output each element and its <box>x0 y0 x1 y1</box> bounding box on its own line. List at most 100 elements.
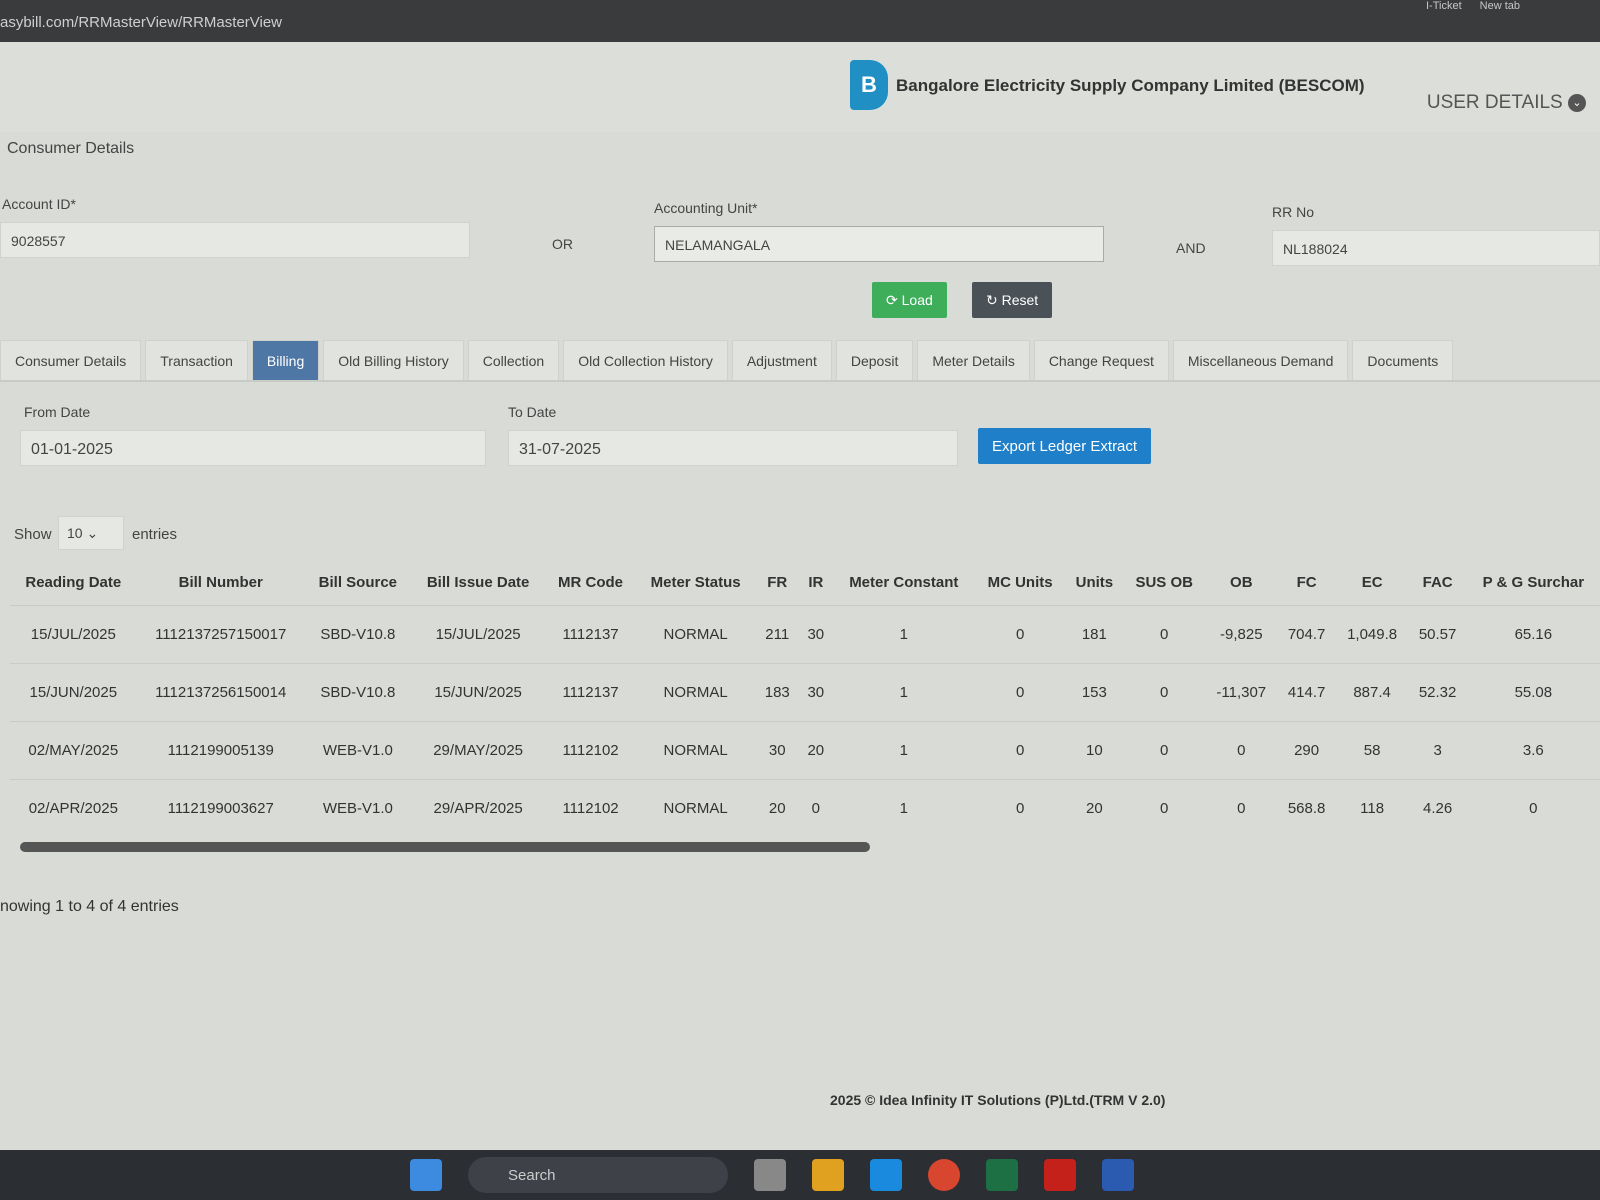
table-cell: NORMAL <box>635 605 756 664</box>
table-cell: 1 <box>832 663 975 722</box>
chrome-icon[interactable] <box>928 1159 960 1191</box>
show-label: Show <box>14 526 52 543</box>
table-cell: 887.4 <box>1335 663 1409 722</box>
account-id-input[interactable]: 9028557 <box>0 222 470 258</box>
from-date-input[interactable]: 01-01-2025 <box>20 430 486 466</box>
table-cell: 290 <box>1277 721 1336 780</box>
column-header[interactable]: Meter Status <box>636 560 756 606</box>
table-cell: 211 <box>755 605 799 664</box>
accounting-unit-select[interactable]: NELAMANGALA <box>654 226 1104 262</box>
table-cell: 1 <box>832 721 975 780</box>
table-cell: 20 <box>1065 779 1124 837</box>
tab-old-billing-history[interactable]: Old Billing History <box>323 340 464 380</box>
browser-tab[interactable]: New tab <box>1480 0 1520 12</box>
account-id-label: Account ID* <box>2 196 76 212</box>
edge-icon[interactable] <box>870 1159 902 1191</box>
task-view-icon[interactable] <box>754 1159 786 1191</box>
load-button[interactable]: ⟳ Load <box>872 282 947 318</box>
acrobat-icon[interactable] <box>1044 1159 1076 1191</box>
table-cell: 0 <box>974 721 1066 780</box>
tab-adjustment[interactable]: Adjustment <box>731 340 832 380</box>
excel-icon[interactable] <box>986 1159 1018 1191</box>
table-cell: 15/JUN/2025 <box>10 663 137 722</box>
tab-collection[interactable]: Collection <box>467 340 560 380</box>
tab-old-collection-history[interactable]: Old Collection History <box>563 340 728 380</box>
taskbar-search[interactable]: Search <box>468 1157 728 1193</box>
horizontal-scrollbar[interactable] <box>20 842 870 852</box>
table-cell: WEB-V1.0 <box>304 721 411 780</box>
section-title: Consumer Details <box>7 140 135 157</box>
column-header[interactable]: IR <box>799 560 833 606</box>
table-cell: 1112137 <box>545 663 636 722</box>
table-cell: 15/JUL/2025 <box>410 605 546 664</box>
column-header[interactable]: FR <box>756 560 799 606</box>
table-row: 02/APR/2025 1112199003627 WEB-V1.0 29/APR/2… <box>10 779 1600 837</box>
and-label: AND <box>1176 240 1206 256</box>
table-cell: 0 <box>1123 663 1206 722</box>
tab-consumer-details[interactable]: Consumer Details <box>0 340 142 380</box>
table-info: nowing 1 to 4 of 4 entries <box>0 898 179 915</box>
billing-table: Reading Date Bill Number Bill Source Bill I… <box>10 560 1600 837</box>
table-cell: 0 <box>1205 721 1278 780</box>
table-cell: NORMAL <box>635 779 756 837</box>
column-header[interactable]: SUS OB <box>1123 560 1205 606</box>
table-cell: NORMAL <box>635 663 756 722</box>
accounting-unit-label: Accounting Unit* <box>654 200 758 216</box>
table-cell: 1112199003627 <box>136 779 305 837</box>
table-cell: 15/JUL/2025 <box>10 605 137 664</box>
column-header[interactable]: Meter Constant <box>833 560 975 606</box>
address-bar[interactable]: asybill.com/RRMasterView/RRMasterView <box>0 14 282 31</box>
user-details-menu[interactable]: USER DETAILS ⌄ <box>1427 92 1586 114</box>
entries-select[interactable]: 10 ⌄ <box>58 516 124 550</box>
rr-no-input[interactable]: NL188024 <box>1272 230 1600 266</box>
file-explorer-icon[interactable] <box>812 1159 844 1191</box>
tab-change-request[interactable]: Change Request <box>1033 340 1169 380</box>
table-cell: 0 <box>798 779 833 837</box>
column-header[interactable]: Bill Source <box>305 560 411 606</box>
reset-button[interactable]: ↻ Reset <box>972 282 1053 318</box>
tab-documents[interactable]: Documents <box>1352 340 1454 380</box>
export-ledger-button[interactable]: Export Ledger Extract <box>978 428 1152 464</box>
column-header[interactable]: OB <box>1205 560 1278 606</box>
column-header[interactable]: Reading Date <box>10 560 137 606</box>
tab-meter-details[interactable]: Meter Details <box>917 340 1030 380</box>
table-cell: 20 <box>755 779 799 837</box>
browser-tab[interactable]: I-Ticket <box>1426 0 1462 12</box>
table-cell: 52.32 <box>1408 663 1467 722</box>
tab-deposit[interactable]: Deposit <box>835 340 914 380</box>
table-cell: 1112137257150017 <box>136 605 305 664</box>
column-header[interactable]: Bill Issue Date <box>411 560 545 606</box>
column-header[interactable]: P & G Surchar <box>1467 560 1600 606</box>
table-cell: -11,307 <box>1205 663 1278 722</box>
company-name: Bangalore Electricity Supply Company Lim… <box>896 76 1365 95</box>
footer-copyright: 2025 © Idea Infinity IT Solutions (P)Ltd… <box>830 1092 1166 1108</box>
table-cell: 29/MAY/2025 <box>410 721 546 780</box>
rr-no-label: RR No <box>1272 204 1315 220</box>
table-cell: 0 <box>1123 721 1206 780</box>
table-cell: 30 <box>798 605 833 664</box>
column-header[interactable]: Units <box>1065 560 1123 606</box>
column-header[interactable]: EC <box>1336 560 1409 606</box>
table-cell: 0 <box>1123 779 1206 837</box>
column-header[interactable]: MR Code <box>545 560 635 606</box>
column-header[interactable]: MC Units <box>975 560 1065 606</box>
tab-miscellaneous-demand[interactable]: Miscellaneous Demand <box>1172 340 1349 380</box>
tab-transaction[interactable]: Transaction <box>145 340 248 380</box>
column-header[interactable]: Bill Number <box>137 560 305 606</box>
table-cell: 153 <box>1065 663 1124 722</box>
table-cell: 118 <box>1335 779 1409 837</box>
load-label: Load <box>901 291 933 308</box>
tab-billing[interactable]: Billing <box>251 340 320 380</box>
table-cell: 20 <box>798 721 833 780</box>
table-cell: SBD-V10.8 <box>304 663 411 722</box>
to-date-input[interactable]: 31-07-2025 <box>508 430 958 466</box>
table-cell: 50.57 <box>1408 605 1467 664</box>
bescom-logo: B <box>850 60 888 110</box>
windows-start-icon[interactable] <box>410 1159 442 1191</box>
word-icon[interactable] <box>1102 1159 1134 1191</box>
table-row: 15/JUL/2025 1112137257150017 SBD-V10.8 15/J… <box>10 605 1600 664</box>
table-cell: 02/APR/2025 <box>10 779 137 837</box>
column-header[interactable]: FAC <box>1409 560 1467 606</box>
column-header[interactable]: FC <box>1278 560 1336 606</box>
browser-tabs: I-Ticket New tab <box>1426 0 1600 12</box>
